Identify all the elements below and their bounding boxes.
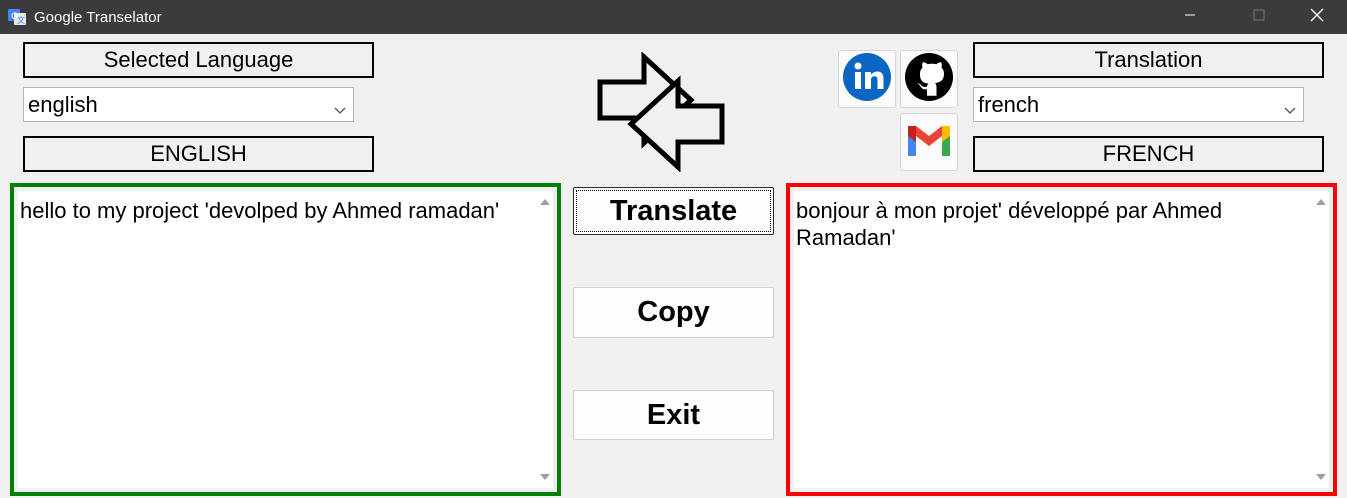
window-title: Google Transelator — [34, 9, 162, 26]
gmail-button[interactable] — [900, 113, 958, 171]
maximize-icon — [1253, 8, 1265, 26]
chevron-down-icon — [333, 97, 347, 114]
github-button[interactable] — [900, 50, 958, 108]
source-scrollbar[interactable] — [536, 191, 553, 488]
close-button[interactable] — [1294, 0, 1340, 34]
source-text-area[interactable]: hello to my project 'devolped by Ahmed r… — [18, 191, 553, 488]
target-text-area[interactable]: bonjour à mon projet' développé par Ahme… — [794, 191, 1329, 488]
close-icon — [1310, 8, 1324, 27]
maximize-button[interactable] — [1236, 0, 1282, 34]
scroll-down-icon[interactable] — [540, 474, 550, 480]
source-language-select[interactable]: english — [23, 87, 354, 122]
target-language-value: french — [978, 91, 1040, 117]
source-text-frame: hello to my project 'devolped by Ahmed r… — [10, 183, 561, 496]
svg-text:文: 文 — [17, 15, 25, 25]
target-text-frame: bonjour à mon projet' développé par Ahme… — [786, 183, 1337, 496]
translate-icon: G 文 — [8, 9, 26, 25]
target-scrollbar[interactable] — [1312, 191, 1329, 488]
source-language-code: ENGLISH — [23, 136, 374, 172]
target-language-select[interactable]: french — [973, 87, 1304, 122]
scroll-up-icon[interactable] — [540, 199, 550, 205]
source-language-value: english — [28, 91, 98, 117]
exit-button[interactable]: Exit — [573, 390, 774, 440]
minimize-icon — [1184, 8, 1196, 26]
translate-button[interactable]: Translate — [573, 187, 774, 235]
minimize-button[interactable] — [1167, 0, 1213, 34]
linkedin-button[interactable] — [838, 50, 896, 108]
swap-arrows-icon — [596, 51, 726, 173]
source-language-header: Selected Language — [23, 42, 374, 78]
copy-button[interactable]: Copy — [573, 287, 774, 338]
linkedin-icon — [842, 52, 892, 107]
target-language-code: FRENCH — [973, 136, 1324, 172]
gmail-icon — [904, 118, 954, 167]
scroll-down-icon[interactable] — [1316, 474, 1326, 480]
title-bar: G 文 Google Transelator — [0, 0, 1347, 34]
chevron-down-icon — [1283, 97, 1297, 114]
target-language-header: Translation — [973, 42, 1324, 78]
github-icon — [904, 52, 954, 107]
scroll-up-icon[interactable] — [1316, 199, 1326, 205]
